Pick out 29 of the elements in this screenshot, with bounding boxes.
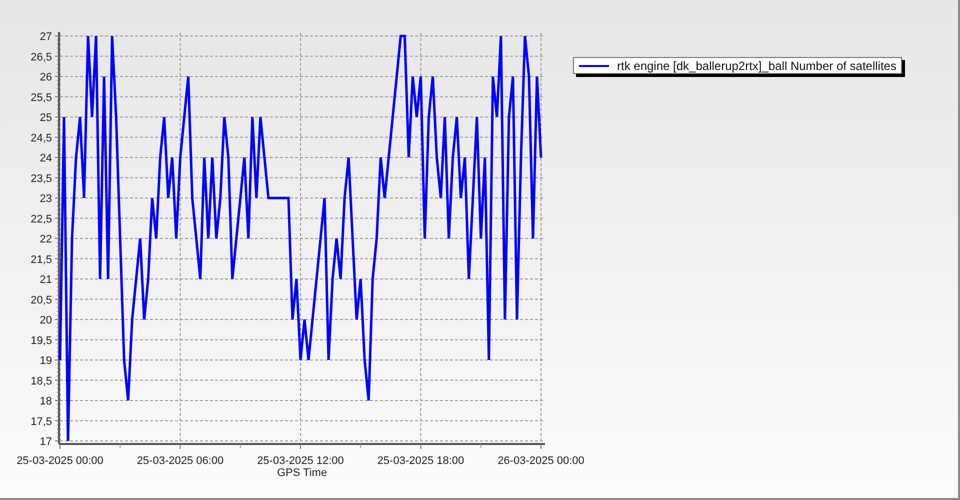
y-tick-label: 21 bbox=[40, 274, 52, 286]
y-tick-label: 27 bbox=[40, 31, 52, 43]
y-tick-label: 20,5 bbox=[30, 294, 52, 306]
legend-line-icon bbox=[579, 64, 609, 66]
y-tick-label: 24,5 bbox=[30, 132, 52, 144]
y-tick-label: 23 bbox=[40, 193, 52, 205]
y-tick-label: 20 bbox=[40, 314, 52, 326]
x-tick-label: 26-03-2025 00:00 bbox=[498, 455, 584, 467]
y-tick-label: 21,5 bbox=[30, 254, 52, 266]
y-tick-label: 19 bbox=[40, 355, 52, 367]
legend-label: rtk engine [dk_ballerup2rtx]_ball Number of satellites bbox=[617, 58, 896, 72]
y-tick-label: 25 bbox=[40, 112, 52, 124]
y-tick-label: 23,5 bbox=[30, 172, 52, 185]
x-axis-title: GPS Time bbox=[276, 467, 328, 479]
x-tick-label: 25-03-2025 00:00 bbox=[16, 455, 104, 467]
y-tick-label: 26,5 bbox=[30, 51, 52, 64]
y-tick-label: 26 bbox=[40, 72, 52, 84]
x-tick-label: 25-03-2025 12:00 bbox=[257, 455, 344, 467]
y-tick-label: 18,5 bbox=[30, 375, 52, 388]
y-tick-label: 17,5 bbox=[30, 416, 52, 428]
y-tick-label: 18 bbox=[40, 396, 52, 408]
y-tick-label: 22 bbox=[40, 234, 52, 246]
x-tick-label: 25-03-2025 18:00 bbox=[377, 455, 464, 467]
y-tick-label: 25,5 bbox=[30, 92, 52, 104]
y-tick-label: 24 bbox=[40, 152, 52, 164]
y-tick-label: 22,5 bbox=[30, 213, 52, 226]
y-tick-label: 19,5 bbox=[30, 334, 52, 347]
y-tick-label: 17 bbox=[40, 436, 52, 448]
x-tick-label: 25-03-2025 06:00 bbox=[136, 455, 224, 467]
